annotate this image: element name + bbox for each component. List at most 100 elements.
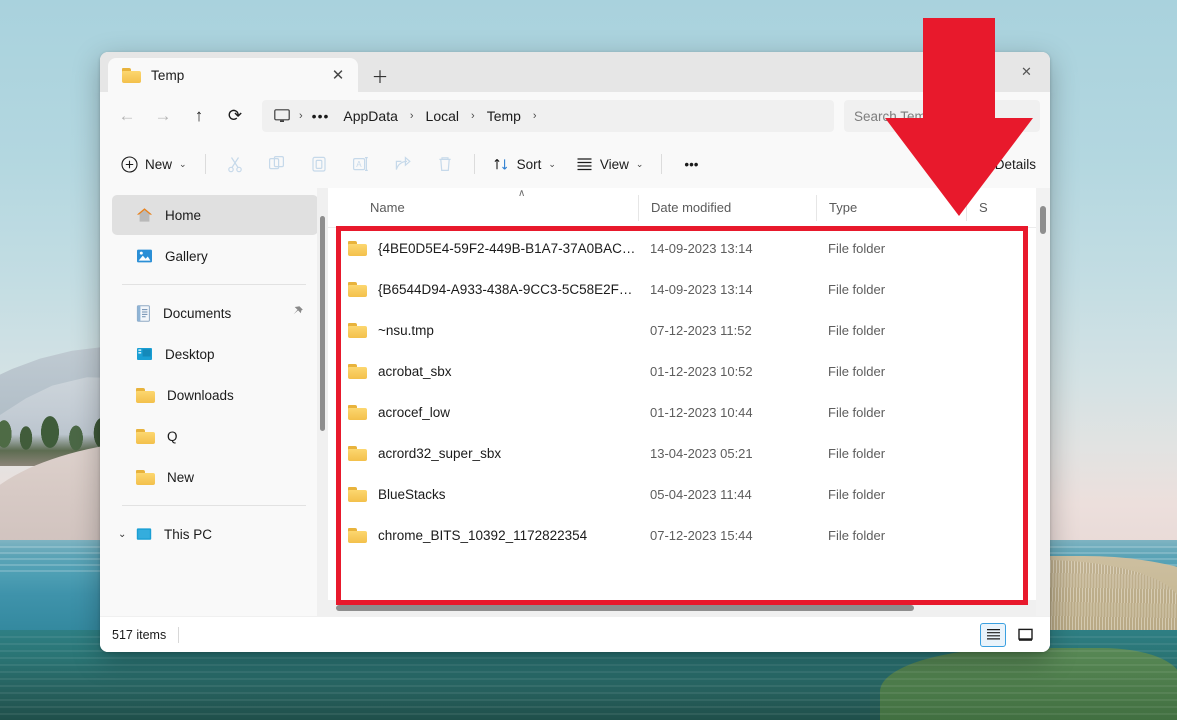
- large-icons-view-toggle[interactable]: [1012, 623, 1038, 647]
- item-count-label: 517 items: [112, 628, 166, 642]
- table-row[interactable]: acrocef_low01-12-2023 10:44File folder: [328, 392, 1050, 433]
- table-row[interactable]: acrord32_super_sbx13-04-2023 05:21File f…: [328, 433, 1050, 474]
- cell-name: {4BE0D5E4-59F2-449B-B1A7-37A0BACD...: [328, 241, 638, 256]
- cell-date-modified: 13-04-2023 05:21: [638, 446, 816, 461]
- file-name-label: ~nsu.tmp: [378, 323, 434, 338]
- forward-button[interactable]: →: [146, 100, 180, 132]
- column-header-name[interactable]: ∧ Name: [328, 195, 638, 221]
- file-name-label: acrobat_sbx: [378, 364, 452, 379]
- details-view-toggle[interactable]: [980, 623, 1006, 647]
- close-window-button[interactable]: ✕: [1003, 52, 1050, 92]
- copy-icon: [268, 155, 286, 173]
- folder-icon: [348, 282, 367, 297]
- sidebar-scrollbar-thumb[interactable]: [320, 216, 325, 431]
- cell-date-modified: 01-12-2023 10:44: [638, 405, 816, 420]
- breadcrumb-overflow-icon[interactable]: •••: [308, 108, 334, 124]
- column-header-date-modified[interactable]: Date modified: [638, 195, 816, 221]
- paste-button[interactable]: [299, 147, 339, 181]
- close-tab-icon[interactable]: ✕: [324, 62, 352, 88]
- vertical-scrollbar-track[interactable]: [1036, 188, 1050, 616]
- cell-name: {B6544D94-A933-438A-9CC3-5C58E2F52...: [328, 282, 638, 297]
- sort-button[interactable]: Sort ⌄: [484, 147, 565, 181]
- window-controls: — ✕: [909, 52, 1050, 92]
- details-pane-button[interactable]: Details: [972, 157, 1036, 172]
- cell-date-modified: 14-09-2023 13:14: [638, 282, 816, 297]
- view-icon: [576, 157, 593, 172]
- sidebar-item-downloads[interactable]: Downloads: [112, 375, 318, 415]
- back-button[interactable]: ←: [110, 100, 144, 132]
- refresh-button[interactable]: ⟳: [218, 100, 252, 132]
- cell-date-modified: 01-12-2023 10:52: [638, 364, 816, 379]
- cell-name: acrocef_low: [328, 405, 638, 420]
- share-button[interactable]: [383, 147, 423, 181]
- maximize-button[interactable]: [956, 52, 1003, 92]
- sidebar-scrollbar-track[interactable]: [317, 188, 328, 616]
- folder-icon: [348, 487, 367, 502]
- sidebar-item-this-pc[interactable]: ⌄ This PC: [112, 514, 318, 554]
- window-body: Home Gallery: [100, 188, 1050, 616]
- file-rows: {4BE0D5E4-59F2-449B-B1A7-37A0BACD... 14-0…: [328, 228, 1050, 600]
- file-name-label: {B6544D94-A933-438A-9CC3-5C58E2F52...: [378, 282, 638, 297]
- folder-icon: [348, 528, 367, 543]
- sidebar-item-new[interactable]: New: [112, 457, 318, 497]
- table-row[interactable]: ~nsu.tmp07-12-2023 11:52File folder: [328, 310, 1050, 351]
- minimize-button[interactable]: —: [909, 52, 956, 92]
- cell-name: ~nsu.tmp: [328, 323, 638, 338]
- chevron-down-icon: ⌄: [636, 159, 644, 170]
- view-toggles: [980, 623, 1038, 647]
- table-row[interactable]: chrome_BITS_10392_117282235407-12-2023 1…: [328, 515, 1050, 556]
- rename-button[interactable]: A: [341, 147, 381, 181]
- table-row[interactable]: {B6544D94-A933-438A-9CC3-5C58E2F52...14-…: [328, 269, 1050, 310]
- sort-icon: [493, 156, 510, 173]
- breadcrumb-separator: ›: [297, 110, 305, 122]
- vertical-scrollbar-thumb[interactable]: [1040, 206, 1046, 234]
- sidebar-item-documents[interactable]: Documents: [112, 293, 318, 333]
- breadcrumb-local[interactable]: Local: [419, 105, 466, 127]
- sidebar-item-home[interactable]: Home: [112, 195, 318, 235]
- tab-strip: Temp ✕ ＋: [100, 52, 394, 92]
- column-header-type[interactable]: Type: [816, 195, 966, 221]
- new-button[interactable]: New ⌄: [112, 147, 196, 181]
- address-bar-row: ← → ↑ ⟳ › ••• AppData › Local › Temp ›: [100, 92, 1050, 140]
- file-name-label: acrord32_super_sbx: [378, 446, 501, 461]
- sidebar-item-desktop[interactable]: Desktop: [112, 334, 318, 374]
- sidebar-item-gallery[interactable]: Gallery: [112, 236, 318, 276]
- search-input[interactable]: Search Temp: [844, 100, 1040, 132]
- horizontal-scrollbar-track[interactable]: [328, 600, 1050, 616]
- view-button[interactable]: View ⌄: [567, 147, 653, 181]
- column-label: Name: [370, 200, 405, 215]
- table-row[interactable]: BlueStacks05-04-2023 11:44File folder: [328, 474, 1050, 515]
- pin-icon[interactable]: [291, 305, 304, 321]
- new-button-label: New: [145, 157, 172, 172]
- table-row[interactable]: acrobat_sbx01-12-2023 10:52File folder: [328, 351, 1050, 392]
- delete-button[interactable]: [425, 147, 465, 181]
- breadcrumb-separator: ›: [531, 110, 539, 122]
- view-button-label: View: [600, 157, 629, 172]
- sort-button-label: Sort: [517, 157, 542, 172]
- folder-icon: [348, 323, 367, 338]
- breadcrumb-appdata[interactable]: AppData: [336, 105, 404, 127]
- sidebar-item-q[interactable]: Q: [112, 416, 318, 456]
- copy-button[interactable]: [257, 147, 297, 181]
- see-more-button[interactable]: •••: [671, 147, 711, 181]
- breadcrumb[interactable]: › ••• AppData › Local › Temp ›: [262, 100, 834, 132]
- desktop-icon: [136, 346, 153, 362]
- file-name-label: acrocef_low: [378, 405, 450, 420]
- cell-type: File folder: [816, 282, 966, 297]
- cell-name: BlueStacks: [328, 487, 638, 502]
- folder-icon: [136, 470, 155, 485]
- up-button[interactable]: ↑: [182, 100, 216, 132]
- tab-temp[interactable]: Temp ✕: [108, 58, 358, 92]
- new-tab-icon[interactable]: ＋: [366, 62, 394, 88]
- title-bar: Temp ✕ ＋ — ✕: [100, 52, 1050, 92]
- table-row[interactable]: {4BE0D5E4-59F2-449B-B1A7-37A0BACD...14-0…: [328, 228, 1050, 269]
- scissors-icon: [226, 155, 244, 173]
- details-pane-icon: [972, 157, 989, 172]
- cut-button[interactable]: [215, 147, 255, 181]
- chevron-down-icon[interactable]: ⌄: [118, 529, 126, 540]
- horizontal-scrollbar-thumb[interactable]: [336, 605, 914, 611]
- share-icon: [394, 155, 412, 173]
- breadcrumb-temp[interactable]: Temp: [480, 105, 528, 127]
- monitor-icon[interactable]: [270, 109, 294, 123]
- sidebar-item-label: Q: [167, 429, 178, 444]
